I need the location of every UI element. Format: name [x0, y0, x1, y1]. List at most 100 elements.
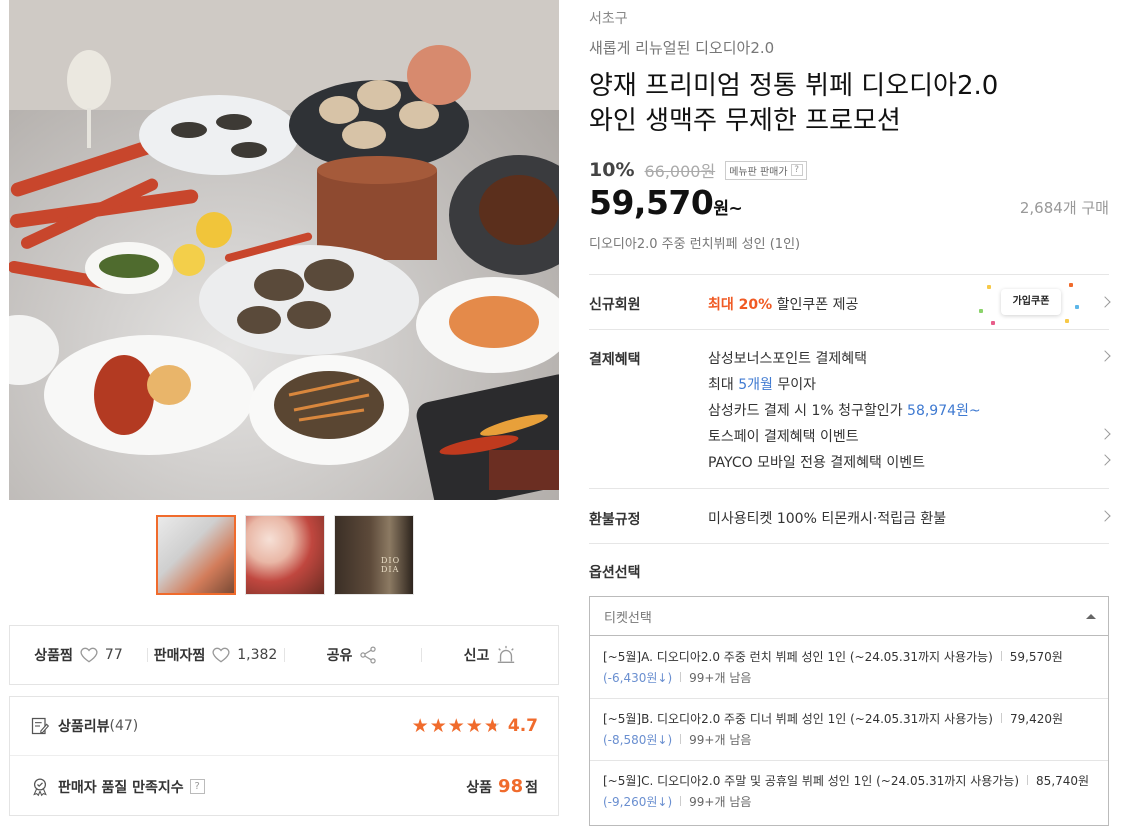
divider: [589, 274, 1109, 275]
new-member-benefit: 최대 20% 할인쿠폰 제공: [708, 294, 858, 314]
original-price: 66,000원: [644, 162, 716, 181]
main-product-image: [9, 0, 559, 500]
share-label: 공유: [326, 648, 353, 664]
product-title-line2: 와인 생맥주 무제한 프로모션: [589, 106, 901, 136]
option-stock: 99+개 남음: [689, 794, 752, 809]
product-subtitle: 새롭게 리뉴얼된 디오디아2.0: [589, 39, 775, 57]
payment-line-3-highlight: 58,974원~: [907, 403, 981, 419]
divider: [589, 488, 1109, 489]
ticket-option-list: [~5월]A. 디오디아2.0 주중 런치 뷔페 성인 1인 (~24.05.3…: [589, 636, 1109, 826]
share-button[interactable]: 공유: [284, 645, 421, 665]
discount-row: 10% 66,000원 메뉴판 판매가 ?: [589, 158, 807, 182]
divider: [589, 543, 1109, 544]
sale-price-unit: 원~: [713, 199, 743, 219]
payment-line-5[interactable]: PAYCO 모바일 전용 결제혜택 이벤트: [708, 452, 925, 472]
payment-line-1[interactable]: 삼성보너스포인트 결제혜택: [708, 348, 867, 368]
option-select-label: 옵션선택: [589, 565, 641, 581]
quality-suffix: 점: [525, 780, 538, 796]
report-button[interactable]: 신고: [421, 645, 558, 665]
report-label: 신고: [463, 648, 490, 664]
review-count: (47): [109, 718, 139, 734]
refund-policy[interactable]: 미사용티켓 100% 티몬캐시·적립금 환불: [708, 508, 946, 528]
siren-icon: [495, 645, 515, 665]
caret-up-icon: [1086, 614, 1096, 619]
quality-badge-icon: [30, 777, 50, 797]
option-name: [~5월]A. 디오디아2.0 주중 런치 뷔페 성인 1인 (~24.05.3…: [603, 649, 993, 664]
payment-line-2-pre: 최대: [708, 377, 739, 393]
option-stock: 99+개 남음: [689, 670, 752, 685]
ticket-select-placeholder: 티켓선택: [604, 610, 652, 626]
review-summary: 상품리뷰 (47) ★ ★ ★ ★ ★ 4.7 판매자 품질 만족지수 ? 상품…: [9, 696, 559, 816]
chevron-right-icon[interactable]: [1099, 454, 1111, 466]
ticket-option[interactable]: [~5월]C. 디오디아2.0 주말 및 공휴일 뷔페 성인 1인 (~24.0…: [590, 770, 1108, 812]
divider: [590, 760, 1108, 761]
menu-price-badge[interactable]: 메뉴판 판매가 ?: [725, 160, 807, 180]
heart-icon: [79, 645, 99, 665]
star-half-icon: ★: [483, 715, 501, 737]
separator: [680, 796, 682, 806]
confetti: [991, 321, 995, 325]
option-price: 79,420원: [1010, 711, 1064, 726]
option-price: 85,740원: [1036, 773, 1090, 788]
sold-count: 2,684개 구매: [1019, 199, 1109, 217]
payment-line-2: 최대 5개월 무이자: [708, 374, 816, 394]
ticket-option[interactable]: [~5월]A. 디오디아2.0 주중 런치 뷔페 성인 1인 (~24.05.3…: [590, 646, 1108, 688]
chevron-right-icon: [1099, 296, 1111, 308]
buffet-food-illustration: [9, 0, 559, 500]
heart-icon: [211, 645, 231, 665]
thumbnail-1[interactable]: [156, 515, 236, 595]
payment-line-3-pre: 삼성카드 결제 시 1% 청구할인가: [708, 403, 908, 419]
sale-price-value: 59,570: [589, 183, 714, 222]
ticket-option[interactable]: [~5월]B. 디오디아2.0 주중 디너 뷔페 성인 1인 (~24.05.3…: [590, 708, 1108, 750]
quality-label: 판매자 품질 만족지수: [58, 779, 184, 796]
payment-line-4[interactable]: 토스페이 결제혜택 이벤트: [708, 426, 859, 446]
quality-score: 상품 98 점: [466, 776, 538, 797]
separator: [1001, 713, 1002, 723]
rating-stars: ★ ★ ★ ★ ★ 4.7: [412, 715, 538, 737]
rating-value: 4.7: [507, 716, 538, 736]
quality-score-value: 98: [498, 776, 524, 797]
thumbnail-list: DIO DIA: [156, 515, 414, 595]
confetti: [987, 285, 991, 289]
confetti: [1065, 319, 1069, 323]
star-icon: ★: [465, 715, 483, 737]
signup-coupon-badge[interactable]: 가입쿠폰: [977, 279, 1093, 329]
sale-price: 59,570원~: [589, 183, 743, 222]
product-review-row[interactable]: 상품리뷰 (47) ★ ★ ★ ★ ★ 4.7: [10, 697, 558, 756]
thumbnail-2[interactable]: [245, 515, 325, 595]
option-name: [~5월]C. 디오디아2.0 주말 및 공휴일 뷔페 성인 1인 (~24.0…: [603, 773, 1020, 788]
star-icon: ★: [447, 715, 465, 737]
option-stock: 99+개 남음: [689, 732, 752, 747]
wish-seller-button[interactable]: 판매자찜 1,382: [147, 645, 284, 665]
separator: [680, 672, 682, 682]
payment-benefit-label: 결제혜택: [589, 352, 641, 368]
new-member-text: 할인쿠폰 제공: [776, 297, 859, 313]
star-icon: ★: [411, 715, 429, 737]
edit-review-icon: [30, 716, 50, 736]
chevron-right-icon[interactable]: [1099, 428, 1111, 440]
new-member-label: 신규회원: [589, 297, 641, 313]
option-discount: (-8,580원↓): [603, 732, 673, 747]
signup-coupon-label: 가입쿠폰: [1001, 289, 1061, 315]
quality-help-icon[interactable]: ?: [189, 779, 205, 794]
region-label[interactable]: 서초구: [589, 8, 628, 28]
discount-rate: 10%: [589, 159, 635, 181]
thumbnail-3[interactable]: DIO DIA: [334, 515, 414, 595]
chevron-right-icon[interactable]: [1099, 510, 1111, 522]
confetti: [979, 309, 983, 313]
restaurant-logo-sign: DIO DIA: [381, 556, 401, 574]
separator: [680, 734, 682, 744]
product-title-line1: 양재 프리미엄 정통 뷔페 디오디아2.0: [589, 71, 999, 101]
menu-price-label: 메뉴판 판매가: [729, 166, 788, 178]
option-name: [~5월]B. 디오디아2.0 주중 디너 뷔페 성인 1인 (~24.05.3…: [603, 711, 993, 726]
star-icon: ★: [429, 715, 447, 737]
ticket-select-dropdown[interactable]: 티켓선택: [589, 596, 1109, 636]
wish-product-button[interactable]: 상품찜 77: [10, 645, 147, 665]
seller-wish-count: 1,382: [237, 647, 278, 663]
confetti: [1075, 305, 1079, 309]
chevron-right-icon[interactable]: [1099, 350, 1111, 362]
separator: [1000, 651, 1002, 661]
divider: [590, 698, 1108, 699]
payment-line-3: 삼성카드 결제 시 1% 청구할인가 58,974원~: [708, 400, 981, 420]
share-icon: [358, 645, 378, 665]
